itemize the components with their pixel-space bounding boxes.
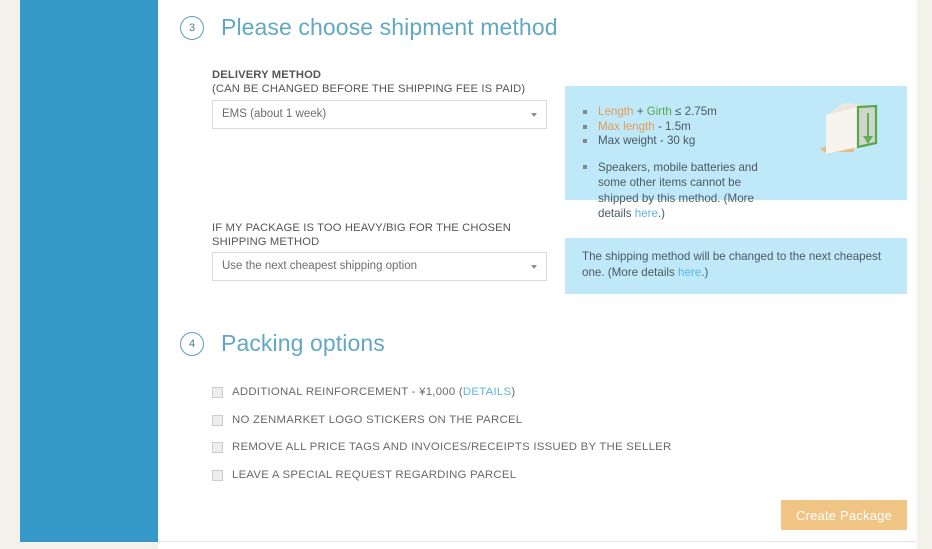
overweight-policy-info-box: The shipping method will be changed to t…: [565, 238, 907, 294]
packing-section-title: Packing options: [221, 330, 385, 356]
girth-highlight: Girth: [646, 105, 672, 118]
length-girth-value: ≤ 2.75m: [671, 105, 717, 118]
page-title: Please choose shipment method: [221, 14, 558, 40]
length-highlight: Length: [598, 105, 634, 118]
panel-bottom-divider: [158, 541, 917, 542]
packing-option-reinforcement[interactable]: ADDITIONAL REINFORCEMENT - ¥1,000 (DETAI…: [212, 386, 515, 398]
shipment-restrictions-info-box: Length + Girth ≤ 2.75m Max length - 1.5m…: [565, 86, 907, 220]
reinforcement-tail: ): [511, 386, 516, 398]
packing-option-label: ADDITIONAL REINFORCEMENT - ¥1,000 (DETAI…: [232, 386, 515, 398]
checkbox-remove-price-tags[interactable]: [212, 441, 223, 453]
delivery-method-label-main: DELIVERY METHOD: [212, 69, 322, 81]
prohibited-text: Speakers, mobile batteries and some othe…: [598, 160, 758, 220]
prohibited-tail: .): [657, 207, 666, 220]
max-length-highlight: Max length: [598, 119, 655, 133]
create-package-button[interactable]: Create Package: [781, 500, 907, 530]
chevron-down-icon: [531, 113, 537, 117]
max-length-value: - 1.5m: [654, 119, 691, 133]
checkbox-special-request[interactable]: [212, 469, 223, 481]
delivery-method-selected-value: EMS (about 1 week): [222, 108, 327, 120]
overweight-details-link[interactable]: here: [678, 266, 701, 279]
prohibited-details-link[interactable]: here: [635, 207, 658, 220]
packing-option-label: LEAVE A SPECIAL REQUEST REGARDING PARCEL: [232, 469, 517, 481]
main-content-panel: 3 Please choose shipment method DELIVERY…: [158, 0, 917, 549]
reinforcement-text: ADDITIONAL REINFORCEMENT - ¥1,000 (: [232, 386, 463, 398]
left-sidebar: [20, 0, 158, 542]
overweight-policy-label: IF MY PACKAGE IS TOO HEAVY/BIG FOR THE C…: [212, 222, 511, 248]
packing-option-remove-price-tags[interactable]: REMOVE ALL PRICE TAGS AND INVOICES/RECEI…: [212, 441, 671, 453]
checkbox-reinforcement[interactable]: [212, 386, 223, 398]
packing-section-heading: 4 Packing options: [180, 330, 385, 357]
packing-option-no-logo-stickers[interactable]: NO ZENMARKET LOGO STICKERS ON THE PARCEL: [212, 414, 522, 426]
step-number-badge: 3: [180, 15, 204, 40]
overweight-info-sentence: The shipping method will be changed to t…: [582, 250, 882, 279]
delivery-method-label-sub: (CAN BE CHANGED BEFORE THE SHIPPING FEE …: [212, 83, 526, 95]
overweight-info-tail: .): [701, 266, 709, 279]
shipment-section-heading: 3 Please choose shipment method: [180, 14, 558, 41]
overweight-policy-select[interactable]: Use the next cheapest shipping option: [212, 252, 547, 281]
checkbox-no-logo-stickers[interactable]: [212, 414, 223, 426]
packing-option-special-request[interactable]: LEAVE A SPECIAL REQUEST REGARDING PARCEL: [212, 469, 516, 481]
plus-symbol: +: [633, 105, 647, 118]
chevron-down-icon: [531, 265, 537, 269]
step-number-badge: 4: [180, 331, 204, 356]
packing-option-label: REMOVE ALL PRICE TAGS AND INVOICES/RECEI…: [232, 441, 672, 453]
delivery-method-select[interactable]: EMS (about 1 week): [212, 100, 547, 129]
packing-option-label: NO ZENMARKET LOGO STICKERS ON THE PARCEL: [232, 414, 523, 426]
overweight-policy-selected-value: Use the next cheapest shipping option: [222, 260, 417, 272]
delivery-method-label: DELIVERY METHOD (CAN BE CHANGED BEFORE T…: [212, 68, 525, 96]
package-box-icon: [814, 95, 890, 168]
overweight-policy-info-text: The shipping method will be changed to t…: [582, 249, 887, 281]
page-background: 3 Please choose shipment method DELIVERY…: [0, 0, 932, 549]
reinforcement-details-link[interactable]: DETAILS: [463, 386, 511, 398]
restriction-item-prohibited: Speakers, mobile batteries and some othe…: [582, 160, 892, 222]
